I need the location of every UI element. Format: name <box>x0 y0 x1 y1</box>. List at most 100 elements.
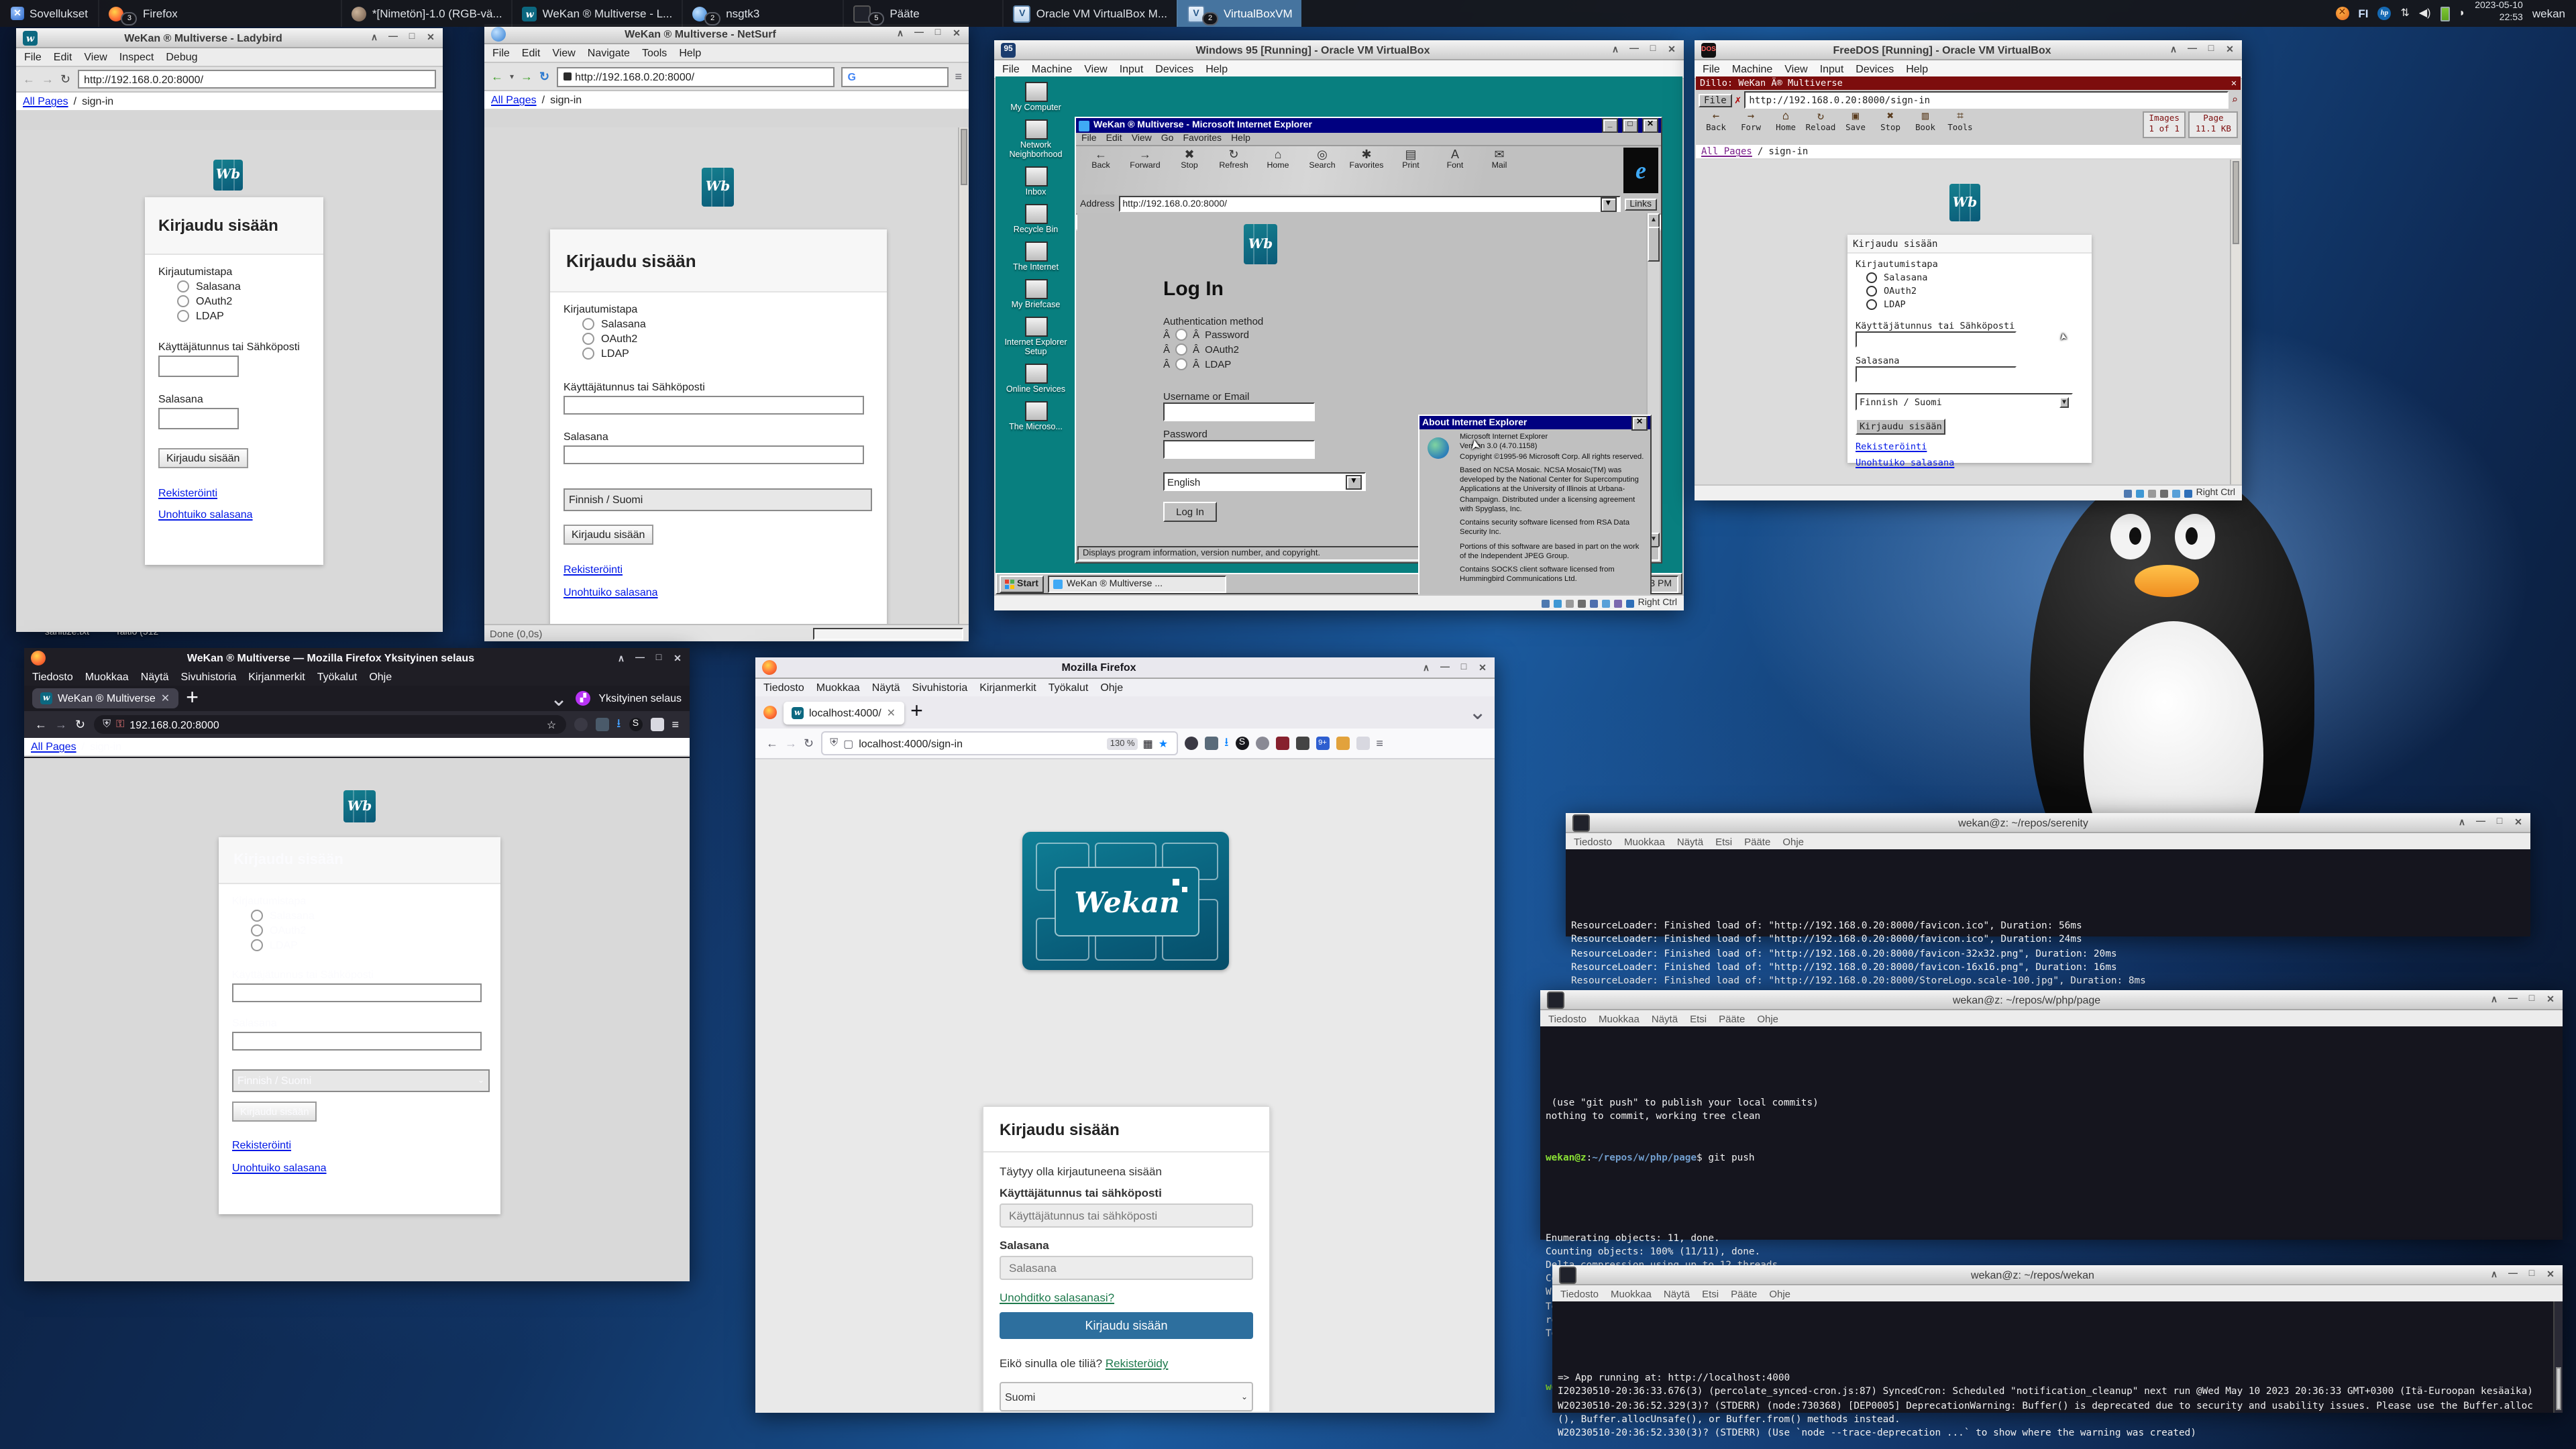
language-select[interactable]: Finnish / Suomi <box>564 488 872 511</box>
menu-item[interactable]: Ohje <box>1757 1013 1778 1025</box>
dillo-toolbar-button[interactable]: ⌂Home <box>1768 111 1803 133</box>
radio-icon[interactable] <box>177 310 189 322</box>
radio-icon[interactable] <box>251 924 263 936</box>
ie-toolbar-button[interactable]: ←Back <box>1079 148 1123 170</box>
dillo-toolbar-button[interactable]: ▥Book <box>1908 111 1943 133</box>
menu-item[interactable]: View <box>552 47 575 59</box>
menu-item[interactable]: Etsi <box>1690 1013 1707 1025</box>
user-menu[interactable]: wekan <box>2532 7 2565 20</box>
close-button[interactable] <box>1477 662 1488 673</box>
menu-item[interactable]: Näytä <box>872 682 900 694</box>
signin-button[interactable]: Kirjaudu sisään <box>1000 1312 1253 1339</box>
firewall-tray-icon[interactable] <box>2335 7 2349 20</box>
radio-icon[interactable] <box>177 295 189 307</box>
terminal-titlebar[interactable]: wekan@z: ~/repos/w/php/page <box>1540 990 2563 1010</box>
menu-item[interactable]: Etsi <box>1715 836 1732 848</box>
battery-tray-icon[interactable] <box>2440 6 2450 21</box>
taskbar-terminal[interactable]: 5 Pääte <box>843 0 928 27</box>
minimize-button[interactable] <box>635 653 645 663</box>
dillo-titlebar[interactable]: Dillo: WeKan Ä® Multiverse ✕ <box>1696 76 2241 90</box>
password-input[interactable] <box>564 445 864 464</box>
shade-button[interactable] <box>616 653 627 663</box>
menu-item[interactable]: Muokkaa <box>1611 1288 1652 1300</box>
win95-desktop-icon[interactable]: My Briefcase <box>1000 279 1072 310</box>
username-input[interactable] <box>232 983 482 1002</box>
extension-puzzle-icon[interactable] <box>1295 737 1309 750</box>
shade-button[interactable] <box>2489 1269 2500 1280</box>
search-box[interactable]: G <box>841 66 948 87</box>
ie-toolbar-button[interactable]: ✖Stop <box>1167 148 1212 170</box>
minimize-button[interactable]: _ <box>1602 118 1618 133</box>
menu-item[interactable]: Pääte <box>1719 1013 1745 1025</box>
shield-icon[interactable]: ⛨ <box>103 718 111 731</box>
menu-item[interactable]: Muokkaa <box>1599 1013 1640 1025</box>
applications-menu[interactable]: ✕ Sovellukset <box>0 0 99 27</box>
new-tab-button[interactable]: + <box>186 686 199 710</box>
menu-item[interactable]: Kirjanmerkit <box>979 682 1036 694</box>
win95-desktop-icon[interactable]: Recycle Bin <box>1000 204 1072 235</box>
minimize-button[interactable] <box>388 32 398 43</box>
back-icon[interactable]: ← <box>23 72 35 86</box>
win95-desktop-icon[interactable]: Inbox <box>1000 166 1072 197</box>
maximize-button[interactable] <box>2206 44 2216 55</box>
dillo-toolbar-button[interactable]: ←Back <box>1699 111 1733 133</box>
file-menu-button[interactable]: File <box>1699 93 1732 107</box>
menu-item[interactable]: Help <box>1906 63 1928 75</box>
close-button[interactable]: ✕ <box>2231 78 2237 89</box>
password-input[interactable] <box>158 408 239 429</box>
extension-fingerprint-icon[interactable] <box>574 718 587 731</box>
reload-icon[interactable]: ↻ <box>75 717 85 732</box>
extension-pointer-icon[interactable] <box>1336 737 1349 750</box>
taskbar-virtualboxvm[interactable]: V 2 VirtualBoxVM <box>1177 0 1302 27</box>
menu-item[interactable]: Ohje <box>1782 836 1804 848</box>
shade-button[interactable] <box>1421 662 1432 673</box>
signin-button[interactable]: Kirjaudu sisään <box>232 1102 317 1122</box>
radio-icon[interactable] <box>1866 272 1877 283</box>
zoom-level[interactable]: 130 % <box>1108 737 1138 749</box>
shade-button[interactable] <box>1610 44 1621 55</box>
url-bar[interactable]: http://192.168.0.20:8000/ <box>77 70 436 89</box>
ie-toolbar-button[interactable]: ↻Refresh <box>1212 148 1256 170</box>
tab-list-caret-icon[interactable]: ⌄ <box>550 685 568 712</box>
forward-icon[interactable]: → <box>42 72 54 86</box>
terminal-output[interactable]: => App running at: http://localhost:4000… <box>1552 1301 2555 1413</box>
menu-item[interactable]: File <box>24 51 42 63</box>
download-icon[interactable]: ⭳ <box>1224 733 1228 754</box>
menu-item[interactable]: Tiedosto <box>32 671 73 683</box>
back-history-caret[interactable]: ▾ <box>510 72 514 81</box>
maximize-button[interactable] <box>932 28 943 39</box>
menu-item[interactable]: View <box>1132 134 1152 144</box>
all-pages-link[interactable]: All Pages <box>23 95 68 107</box>
menu-item[interactable]: File <box>1002 63 1020 75</box>
menu-item[interactable]: Tiedosto <box>763 682 804 694</box>
notifications-bell-icon[interactable]: ◗ <box>2459 7 2466 20</box>
menu-item[interactable]: Muokkaa <box>816 682 860 694</box>
radio-icon[interactable] <box>1175 343 1187 356</box>
keyboard-layout[interactable]: FI <box>2358 7 2368 20</box>
menu-item[interactable]: Tiedosto <box>1574 836 1612 848</box>
taskbar-task-ie[interactable]: WeKan ® Multiverse ... <box>1048 575 1226 592</box>
reload-icon[interactable]: ↻ <box>539 69 549 84</box>
menu-item[interactable]: Tiedosto <box>1560 1288 1599 1300</box>
signin-button[interactable]: Kirjaudu sisään <box>564 525 653 545</box>
tab-list-caret-icon[interactable]: ⌄ <box>1468 699 1487 726</box>
maximize-button[interactable] <box>2526 994 2537 1005</box>
signin-button[interactable]: Kirjaudu sisään <box>1856 419 1946 435</box>
menu-item[interactable]: Kirjanmerkit <box>248 671 305 683</box>
close-button[interactable] <box>2545 994 2556 1005</box>
username-input[interactable] <box>1000 1203 1253 1228</box>
password-input[interactable] <box>232 1032 482 1051</box>
dillo-toolbar-button[interactable]: ↻Reload <box>1803 111 1838 133</box>
close-button[interactable] <box>951 28 962 39</box>
taskbar-nsgtk3[interactable]: 2 nsgtk3 <box>682 0 769 27</box>
username-input[interactable] <box>564 396 864 415</box>
maximize-button[interactable] <box>653 653 664 663</box>
terminal-titlebar[interactable]: wekan@z: ~/repos/serenity <box>1566 813 2530 833</box>
address-dropdown[interactable]: ▼ <box>1600 197 1616 211</box>
new-tab-button[interactable]: + <box>910 700 923 724</box>
menu-item[interactable]: Help <box>1231 134 1250 144</box>
signin-button[interactable]: Log In <box>1163 502 1217 522</box>
win95-desktop-icon[interactable]: Network Neighborhood <box>1000 119 1072 160</box>
radio-icon[interactable] <box>582 347 594 360</box>
ie-toolbar-button[interactable]: AFont <box>1433 148 1477 170</box>
